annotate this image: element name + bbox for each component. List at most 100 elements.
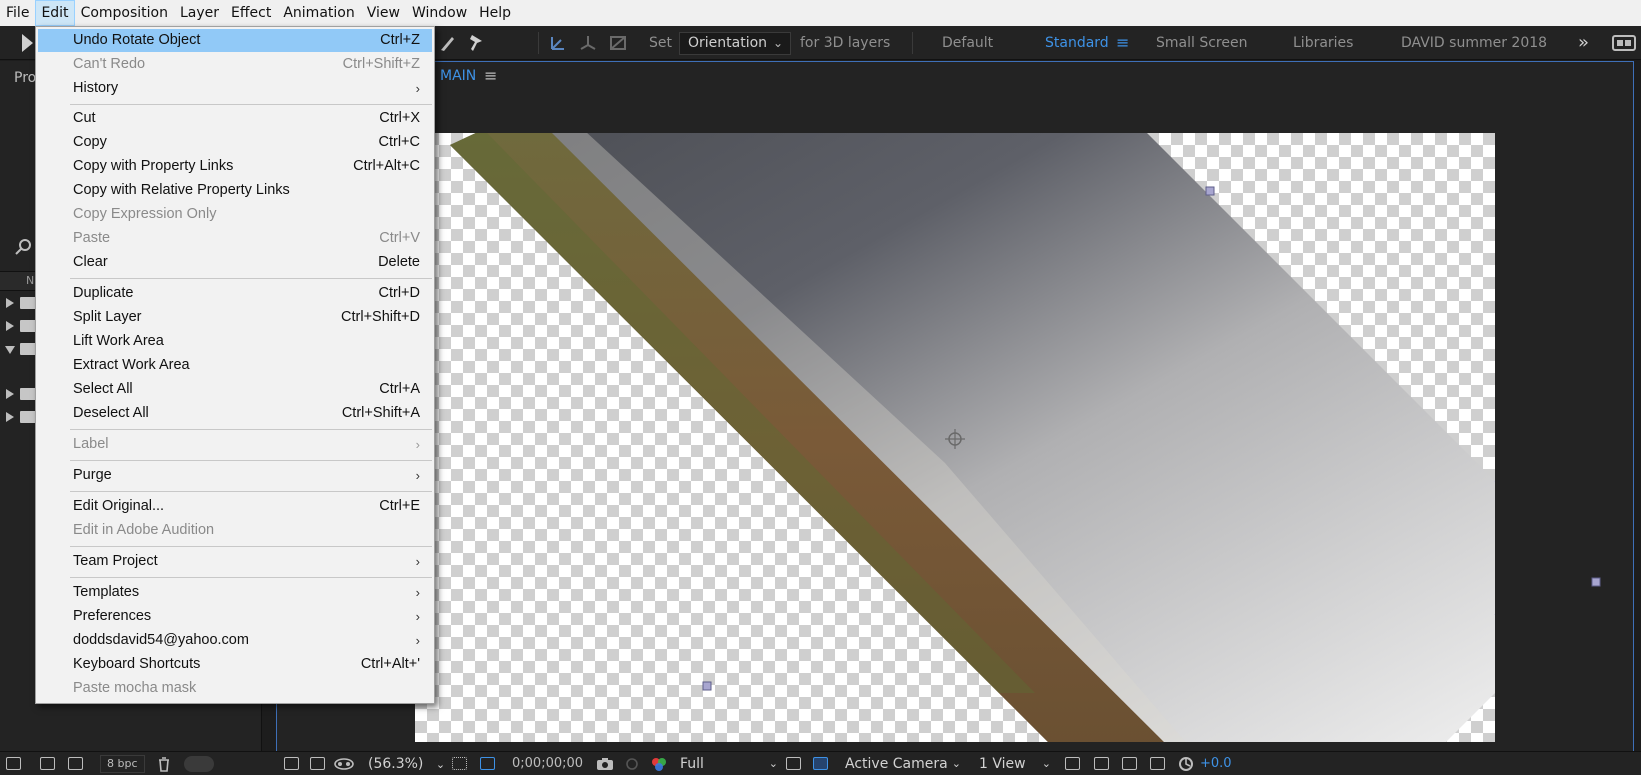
- menu-item-templates[interactable]: Templates ›: [38, 581, 432, 604]
- name-column-label[interactable]: N: [26, 274, 34, 287]
- menu-item-undo[interactable]: Undo Rotate Object Ctrl+Z: [38, 29, 432, 52]
- monitor-icon[interactable]: [310, 757, 325, 770]
- menu-item-label-submenu[interactable]: Label ›: [38, 433, 432, 456]
- new-composition-icon[interactable]: [6, 757, 21, 770]
- orientation-select[interactable]: Orientation ⌄: [679, 32, 791, 55]
- search-icon[interactable]: [14, 237, 34, 257]
- menu-item-copy-property-links[interactable]: Copy with Property Links Ctrl+Alt+C: [38, 155, 432, 178]
- snapshot-camera-icon[interactable]: [596, 757, 614, 771]
- puppet-pin-tool-icon[interactable]: [464, 31, 488, 55]
- menu-view[interactable]: View: [361, 0, 406, 26]
- menu-item-history[interactable]: History ›: [38, 77, 432, 100]
- menu-item-clear[interactable]: Clear Delete: [38, 251, 432, 274]
- reset-exposure-icon[interactable]: [1178, 756, 1194, 772]
- project-folder-row[interactable]: [0, 315, 36, 337]
- show-snapshot-icon[interactable]: [624, 757, 640, 771]
- menu-item-preferences[interactable]: Preferences ›: [38, 605, 432, 628]
- expand-arrow-icon[interactable]: [6, 389, 14, 399]
- workspace-standard[interactable]: Standard: [1045, 26, 1109, 60]
- current-time[interactable]: 0;00;00;00: [512, 752, 583, 775]
- project-folder-row[interactable]: [0, 406, 36, 428]
- view-layout-select[interactable]: 1 View ⌄: [979, 754, 1053, 774]
- mask-path-icon[interactable]: [480, 757, 495, 770]
- workspace-menu-icon[interactable]: ≡: [1116, 26, 1129, 60]
- render-queue-icon[interactable]: [68, 757, 83, 770]
- color-channels-icon[interactable]: [650, 756, 668, 772]
- menu-edit[interactable]: Edit: [35, 0, 75, 26]
- project-folder-row[interactable]: [0, 383, 36, 405]
- project-folder-row[interactable]: [0, 338, 36, 360]
- resolution-value: Full: [680, 756, 704, 772]
- menu-item-copy-expression-only[interactable]: Copy Expression Only: [38, 203, 432, 226]
- timeline-icon[interactable]: [1122, 757, 1137, 770]
- expand-arrow-icon[interactable]: [6, 321, 14, 331]
- view-axis-icon[interactable]: [608, 33, 628, 53]
- menu-item-keyboard-shortcuts[interactable]: Keyboard Shortcuts Ctrl+Alt+': [38, 653, 432, 676]
- menu-file[interactable]: File: [0, 0, 35, 26]
- always-preview-icon[interactable]: [284, 757, 299, 770]
- toggle-switch[interactable]: [184, 756, 214, 772]
- collapse-arrow-icon[interactable]: [5, 346, 15, 354]
- menu-item-edit-original[interactable]: Edit Original... Ctrl+E: [38, 495, 432, 518]
- menu-item-purge[interactable]: Purge ›: [38, 464, 432, 487]
- menu-item-team-project[interactable]: Team Project ›: [38, 550, 432, 573]
- menu-item-label: Deselect All: [73, 405, 149, 421]
- trash-icon[interactable]: [157, 756, 171, 772]
- workspace-default[interactable]: Default: [942, 26, 993, 60]
- menu-item-extract-work-area[interactable]: Extract Work Area: [38, 354, 432, 377]
- workspace-small-screen[interactable]: Small Screen: [1156, 26, 1247, 60]
- menu-item-deselect-all[interactable]: Deselect All Ctrl+Shift+A: [38, 402, 432, 425]
- layer-handle[interactable]: [702, 681, 712, 691]
- bit-depth-button[interactable]: 8 bpc: [100, 755, 145, 773]
- layer-footage[interactable]: [415, 133, 1495, 742]
- camera-select[interactable]: Active Camera ⌄: [845, 754, 963, 774]
- menu-window[interactable]: Window: [406, 0, 473, 26]
- menu-item-edit-in-audition[interactable]: Edit in Adobe Audition: [38, 519, 432, 542]
- workspace-david-summer-2018[interactable]: DAVID summer 2018: [1401, 26, 1547, 60]
- brush-tool-icon[interactable]: [438, 32, 458, 54]
- menu-layer[interactable]: Layer: [174, 0, 225, 26]
- resolution-select[interactable]: Full ⌄: [680, 754, 780, 774]
- workspace-libraries[interactable]: Libraries: [1293, 26, 1353, 60]
- project-tab[interactable]: Pro: [14, 70, 36, 86]
- overflow-chevron-icon[interactable]: »: [1578, 26, 1589, 60]
- world-axis-icon[interactable]: [578, 33, 598, 53]
- magnification-select[interactable]: (56.3%) ⌄: [368, 754, 445, 774]
- exposure-value[interactable]: +0.0: [1200, 752, 1232, 775]
- menu-item-lift-work-area[interactable]: Lift Work Area: [38, 330, 432, 353]
- menu-item-paste[interactable]: Paste Ctrl+V: [38, 227, 432, 250]
- menu-item-paste-mocha-mask[interactable]: Paste mocha mask: [38, 677, 432, 700]
- local-axis-icon[interactable]: [548, 33, 568, 53]
- menu-item-redo[interactable]: Can't Redo Ctrl+Shift+Z: [38, 53, 432, 76]
- selection-tool-icon[interactable]: [18, 32, 36, 54]
- transparency-grid-icon[interactable]: [813, 757, 828, 770]
- menu-item-copy[interactable]: Copy Ctrl+C: [38, 131, 432, 154]
- layer-handle[interactable]: [1590, 576, 1602, 588]
- composition-tab[interactable]: MAIN: [440, 68, 476, 84]
- project-folder-row[interactable]: [0, 292, 36, 314]
- layer-handle[interactable]: [1205, 186, 1215, 196]
- safe-margins-icon[interactable]: [452, 757, 467, 770]
- for-3d-layers-label: for 3D layers: [800, 35, 891, 51]
- menu-item-select-all[interactable]: Select All Ctrl+A: [38, 378, 432, 401]
- menu-item-copy-relative-property-links[interactable]: Copy with Relative Property Links: [38, 179, 432, 202]
- menu-effect[interactable]: Effect: [225, 0, 277, 26]
- region-of-interest-icon[interactable]: [786, 757, 801, 770]
- expand-arrow-icon[interactable]: [6, 298, 14, 308]
- expand-arrow-icon[interactable]: [6, 412, 14, 422]
- fast-previews-icon[interactable]: [1094, 757, 1109, 770]
- mask-visibility-icon[interactable]: [334, 757, 354, 771]
- menu-item-split-layer[interactable]: Split Layer Ctrl+Shift+D: [38, 306, 432, 329]
- menu-help[interactable]: Help: [473, 0, 517, 26]
- panel-menu-icon[interactable]: ≡: [484, 66, 497, 85]
- new-folder-icon[interactable]: [40, 757, 55, 770]
- composition-viewer[interactable]: [415, 133, 1495, 742]
- flowchart-icon[interactable]: [1150, 757, 1165, 770]
- menu-item-duplicate[interactable]: Duplicate Ctrl+D: [38, 282, 432, 305]
- menu-item-cut[interactable]: Cut Ctrl+X: [38, 107, 432, 130]
- menu-composition[interactable]: Composition: [75, 0, 174, 26]
- menu-item-account[interactable]: doddsdavid54@yahoo.com ›: [38, 629, 432, 652]
- workspace-toggle-icon[interactable]: [1612, 34, 1636, 52]
- pixel-aspect-icon[interactable]: [1065, 757, 1080, 770]
- menu-animation[interactable]: Animation: [277, 0, 360, 26]
